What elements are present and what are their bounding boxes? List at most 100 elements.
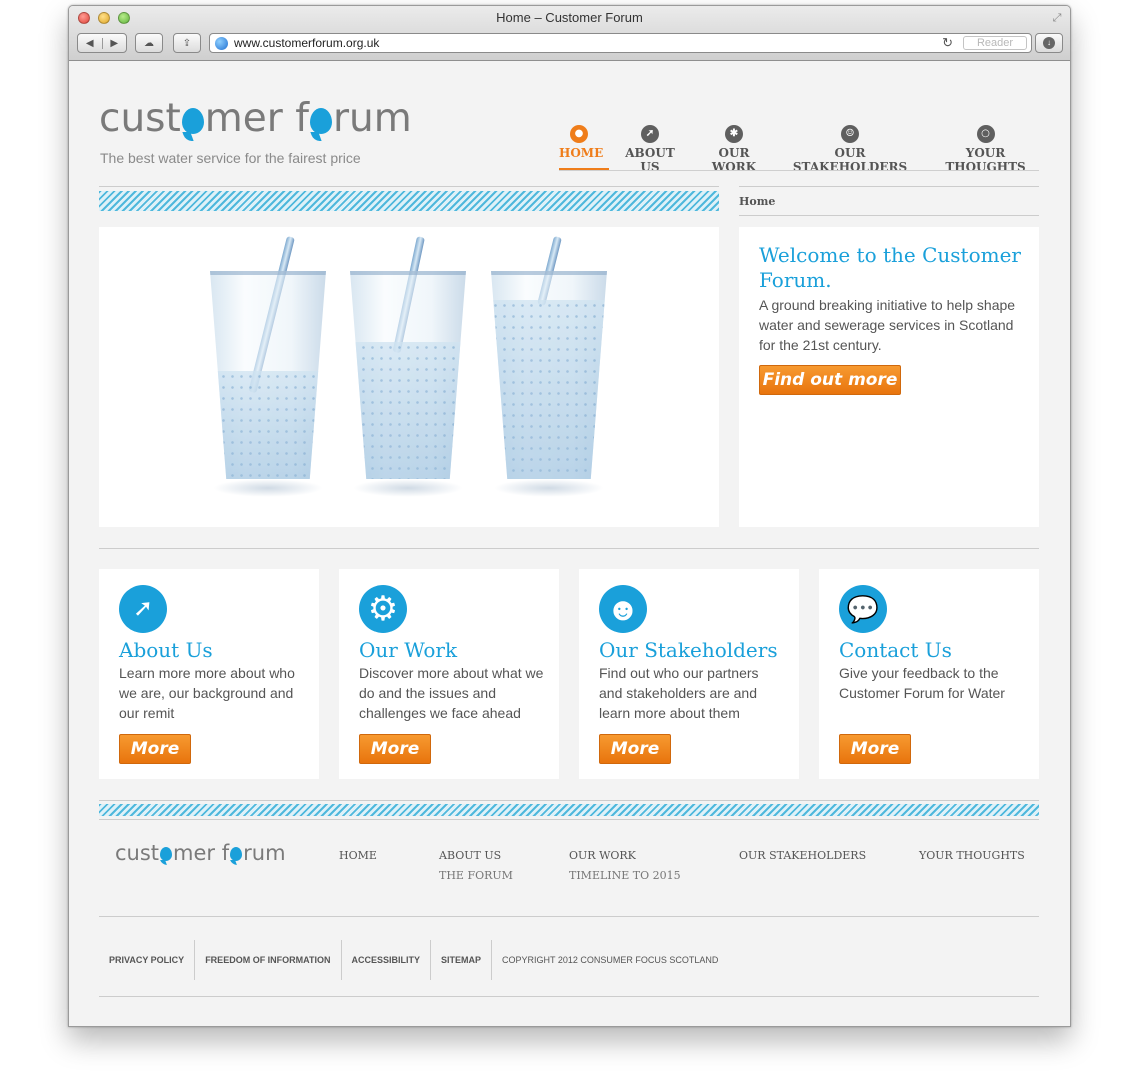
hero-image-water-glasses xyxy=(99,227,719,527)
url-text[interactable]: www.customerforum.org.uk xyxy=(234,36,379,50)
logo-text-2: mer f xyxy=(173,841,230,865)
more-button[interactable]: More xyxy=(599,734,671,764)
reader-button[interactable]: Reader xyxy=(963,36,1027,50)
download-arrow-icon: ↓ xyxy=(1043,37,1055,49)
window-title: Home – Customer Forum xyxy=(496,10,643,25)
glass-shadow xyxy=(213,479,323,497)
card-our-work: ⚙ Our Work Discover more about what we d… xyxy=(339,569,559,779)
find-out-more-button[interactable]: Find out more xyxy=(759,365,901,395)
main-nav: ● HOME ➚ ABOUT US ✱ OUR WORK ☺ OUR STAKE… xyxy=(559,125,1039,174)
back-forward-buttons: ◀ ▶ xyxy=(77,33,127,53)
nav-item-your-thoughts[interactable]: ○ YOUR THOUGHTS xyxy=(932,125,1039,174)
water-drop-icon xyxy=(230,847,243,861)
logo-text-2: mer f xyxy=(204,96,309,141)
web-page: cust mer f rum The best water service for … xyxy=(69,61,1070,1026)
divider xyxy=(99,800,1039,801)
card-contact-us: 💬 Contact Us Give your feedback to the C… xyxy=(819,569,1039,779)
footer-nav-our-work[interactable]: OUR WORK xyxy=(569,846,681,866)
glass-shadow xyxy=(494,479,604,497)
footer-nav-about-us[interactable]: ABOUT US xyxy=(439,846,513,866)
footer-nav-work: OUR WORK TIMELINE TO 2015 xyxy=(569,846,681,886)
smiley-icon: ☺ xyxy=(841,125,859,143)
logo-text-3: rum xyxy=(332,96,412,141)
reload-icon[interactable]: ↻ xyxy=(942,35,953,51)
card-text: Learn more more about who we are, our ba… xyxy=(119,665,295,721)
divider xyxy=(99,548,1039,549)
share-button[interactable]: ⇪ xyxy=(173,33,201,53)
back-arrow-icon[interactable]: ◀ xyxy=(78,38,102,49)
footer-nav-about: ABOUT US THE FORUM xyxy=(439,846,513,886)
nav-item-our-work[interactable]: ✱ OUR WORK xyxy=(700,125,768,174)
smiley-icon[interactable]: ☻ xyxy=(599,585,647,633)
telescope-icon: ➚ xyxy=(641,125,659,143)
site-tagline: The best water service for the fairest p… xyxy=(100,150,361,166)
address-bar[interactable]: www.customerforum.org.uk ↻ Reader xyxy=(209,33,1032,53)
decorative-stripe xyxy=(99,191,719,211)
footer-nav-stakeholders[interactable]: OUR STAKEHOLDERS xyxy=(739,846,866,866)
telescope-icon[interactable]: ➚ xyxy=(119,585,167,633)
logo-text-3: rum xyxy=(243,841,286,865)
glass-image xyxy=(210,271,326,479)
footer-nav-home[interactable]: HOME xyxy=(339,846,377,866)
footer-nav-the-forum[interactable]: THE FORUM xyxy=(439,866,513,886)
more-button[interactable]: More xyxy=(839,734,911,764)
divider xyxy=(99,916,1039,917)
nav-divider xyxy=(559,170,1039,171)
welcome-text: A ground breaking initiative to help sha… xyxy=(759,297,1016,353)
nav-item-home[interactable]: ● HOME xyxy=(559,125,603,160)
card-title[interactable]: Our Work xyxy=(359,638,457,662)
glass-shadow xyxy=(353,479,463,497)
divider xyxy=(739,186,1039,187)
downloads-button[interactable]: ↓ xyxy=(1035,33,1063,53)
water-drop-icon xyxy=(160,847,173,861)
card-title[interactable]: Our Stakeholders xyxy=(599,638,778,662)
water-drop-icon xyxy=(181,108,204,134)
divider xyxy=(99,996,1039,997)
fullscreen-icon[interactable]: ⤢ xyxy=(1050,11,1064,25)
glass-image xyxy=(491,271,607,479)
footer-nav-timeline[interactable]: TIMELINE TO 2015 xyxy=(569,866,681,886)
gear-icon: ✱ xyxy=(725,125,743,143)
footer-nav-your-thoughts[interactable]: YOUR THOUGHTS xyxy=(919,846,1025,866)
card-title[interactable]: About Us xyxy=(119,638,213,662)
card-title[interactable]: Contact Us xyxy=(839,638,952,662)
site-logo[interactable]: cust mer f rum xyxy=(99,97,412,141)
footer-logo[interactable]: cust mer f rum xyxy=(115,841,286,865)
divider xyxy=(739,215,1039,216)
breadcrumb[interactable]: Home xyxy=(739,195,775,208)
browser-window: Home – Customer Forum ⤢ ◀ ▶ ☁ ⇪ www.cust… xyxy=(68,5,1071,1027)
logo-text-1: cust xyxy=(99,96,181,141)
logo-text-1: cust xyxy=(115,841,160,865)
speech-bubble-icon[interactable]: 💬 xyxy=(839,585,887,633)
welcome-title: Welcome to the Customer Forum. xyxy=(759,243,1021,292)
nav-item-our-stakeholders[interactable]: ☺ OUR STAKEHOLDERS xyxy=(786,125,914,174)
nav-item-about-us[interactable]: ➚ ABOUT US xyxy=(619,125,681,174)
browser-toolbar: Home – Customer Forum ⤢ ◀ ▶ ☁ ⇪ www.cust… xyxy=(69,6,1070,61)
speech-bubble-icon: ○ xyxy=(976,125,995,143)
welcome-panel: Welcome to the Customer Forum. A ground … xyxy=(739,227,1039,527)
cloud-icon: ☁ xyxy=(144,37,154,49)
globe-icon xyxy=(215,37,228,50)
decorative-stripe xyxy=(99,804,1039,816)
glass-image xyxy=(350,271,466,479)
more-button[interactable]: More xyxy=(119,734,191,764)
nav-label: HOME xyxy=(559,146,604,160)
card-our-stakeholders: ☻ Our Stakeholders Find out who our part… xyxy=(579,569,799,779)
accessibility-link[interactable]: ACCESSIBILITY xyxy=(342,940,432,980)
forward-arrow-icon[interactable]: ▶ xyxy=(101,37,127,49)
copyright-text: COPYRIGHT 2012 CONSUMER FOCUS SCOTLAND xyxy=(502,955,719,965)
card-text: Give your feedback to the Customer Forum… xyxy=(839,665,1005,701)
divider xyxy=(99,186,719,187)
share-icon: ⇪ xyxy=(182,37,192,49)
water-drop-icon xyxy=(309,108,332,134)
more-button[interactable]: More xyxy=(359,734,431,764)
card-about-us: ➚ About Us Learn more more about who we … xyxy=(99,569,319,779)
legal-links: PRIVACY POLICY FREEDOM OF INFORMATION AC… xyxy=(99,939,728,981)
gear-icon[interactable]: ⚙ xyxy=(359,585,407,633)
freedom-of-information-link[interactable]: FREEDOM OF INFORMATION xyxy=(195,940,342,980)
sitemap-link[interactable]: SITEMAP xyxy=(431,940,493,980)
divider xyxy=(99,819,1039,820)
icloud-tabs-button[interactable]: ☁ xyxy=(135,33,163,53)
card-text: Discover more about what we do and the i… xyxy=(359,665,544,721)
privacy-policy-link[interactable]: PRIVACY POLICY xyxy=(99,940,196,980)
